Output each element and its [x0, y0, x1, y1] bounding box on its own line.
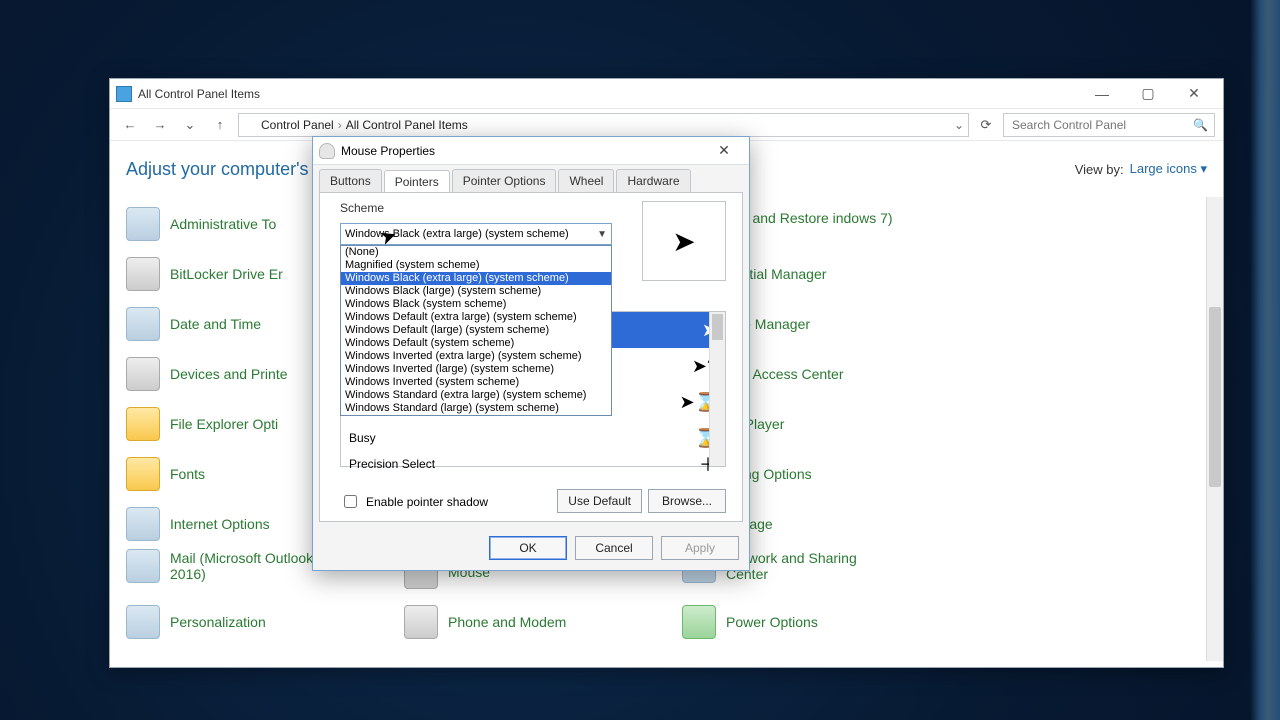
list-item[interactable]: Precision Select＋ [341, 456, 725, 472]
scheme-option[interactable]: Windows Inverted (extra large) (system s… [341, 350, 611, 363]
ok-button[interactable]: OK [489, 536, 567, 560]
mouse-properties-dialog: Mouse Properties ✕ Buttons Pointers Poin… [312, 136, 750, 571]
view-by-label: View by: [1075, 162, 1124, 177]
scheme-option[interactable]: Windows Black (system scheme) [341, 298, 611, 311]
scrollbar-thumb[interactable] [1209, 307, 1221, 487]
tab-strip: Buttons Pointers Pointer Options Wheel H… [313, 165, 749, 192]
devices-icon [126, 357, 160, 391]
personalization-icon [126, 605, 160, 639]
scheme-label: Scheme [340, 201, 384, 215]
nav-forward-button[interactable]: → [148, 113, 172, 137]
tab-body-pointers: Scheme Windows Black (extra large) (syst… [319, 192, 743, 522]
nav-recent-button[interactable]: ⌄ [178, 113, 202, 137]
scheme-dropdown-list[interactable]: (None) Magnified (system scheme) Windows… [340, 245, 612, 416]
nav-up-button[interactable]: ↑ [208, 113, 232, 137]
scheme-option[interactable]: Windows Standard (large) (system scheme) [341, 402, 611, 415]
tab-pointers[interactable]: Pointers [384, 170, 450, 193]
scheme-option[interactable]: Windows Default (large) (system scheme) [341, 324, 611, 337]
window-titlebar[interactable]: All Control Panel Items — ▢ ✕ [110, 79, 1223, 109]
maximize-button[interactable]: ▢ [1125, 80, 1171, 108]
chevron-down-icon: ▼ [597, 229, 607, 240]
cp-item[interactable]: Devices and Printe [126, 357, 288, 391]
list-scrollbar[interactable] [709, 312, 725, 466]
breadcrumb[interactable]: Control Panel › All Control Panel Items … [238, 113, 969, 137]
breadcrumb-icon [243, 118, 257, 132]
pointer-preview: ➤ [642, 201, 726, 281]
mouse-icon [319, 143, 335, 159]
cp-item[interactable]: Administrative To [126, 207, 276, 241]
cancel-button[interactable]: Cancel [575, 536, 653, 560]
page-heading: Adjust your computer's s [126, 159, 323, 180]
desktop-accent [1250, 0, 1280, 720]
dialog-titlebar[interactable]: Mouse Properties ✕ [313, 137, 749, 165]
admin-tools-icon [126, 207, 160, 241]
window-title: All Control Panel Items [138, 87, 260, 101]
cp-item[interactable]: BitLocker Drive Er [126, 257, 283, 291]
scheme-option[interactable]: Windows Default (extra large) (system sc… [341, 311, 611, 324]
pointer-shadow-row: Enable pointer shadow [340, 492, 488, 511]
date-time-icon [126, 307, 160, 341]
cp-item[interactable]: Power Options [682, 605, 818, 639]
use-default-button[interactable]: Use Default [557, 489, 642, 513]
tab-wheel[interactable]: Wheel [558, 169, 614, 192]
cp-item[interactable]: Mail (Microsoft Outlook 2016) [126, 549, 340, 583]
tab-hardware[interactable]: Hardware [616, 169, 690, 192]
minimize-button[interactable]: — [1079, 80, 1125, 108]
view-by-dropdown[interactable]: Large icons ▾ [1130, 161, 1207, 177]
cp-item[interactable]: File Explorer Opti [126, 407, 278, 441]
browse-button[interactable]: Browse... [648, 489, 726, 513]
tab-buttons[interactable]: Buttons [319, 169, 382, 192]
search-icon: 🔍 [1193, 118, 1208, 132]
explorer-scrollbar[interactable] [1206, 197, 1223, 661]
scheme-option[interactable]: Windows Black (extra large) (system sche… [341, 272, 611, 285]
breadcrumb-0[interactable]: Control Panel [261, 118, 334, 132]
folder-options-icon [126, 407, 160, 441]
dialog-button-row: OK Cancel Apply [313, 528, 749, 570]
mail-icon [126, 549, 160, 583]
scheme-selected-value: Windows Black (extra large) (system sche… [345, 228, 569, 240]
list-item[interactable]: Busy⌛ [341, 420, 725, 456]
scheme-option[interactable]: (None) [341, 246, 611, 259]
fonts-icon [126, 457, 160, 491]
pointer-shadow-checkbox[interactable] [344, 495, 357, 508]
chevron-down-icon[interactable]: ⌄ [954, 118, 964, 132]
pointer-shadow-label: Enable pointer shadow [366, 495, 488, 509]
breadcrumb-1[interactable]: All Control Panel Items [346, 118, 468, 132]
scheme-option[interactable]: Windows Black (large) (system scheme) [341, 285, 611, 298]
control-panel-icon [116, 86, 132, 102]
cp-item[interactable]: Date and Time [126, 307, 261, 341]
search-input[interactable] [1010, 117, 1187, 133]
tab-pointer-options[interactable]: Pointer Options [452, 169, 557, 192]
cp-item[interactable]: Internet Options [126, 507, 270, 541]
cp-item[interactable]: Fonts [126, 457, 205, 491]
scheme-option[interactable]: Windows Inverted (system scheme) [341, 376, 611, 389]
cp-item[interactable]: Phone and Modem [404, 605, 566, 639]
cp-item[interactable]: Personalization [126, 605, 266, 639]
chevron-right-icon: › [338, 118, 342, 132]
internet-options-icon [126, 507, 160, 541]
refresh-button[interactable]: ⟳ [975, 114, 997, 136]
scheme-combobox[interactable]: Windows Black (extra large) (system sche… [340, 223, 612, 245]
apply-button[interactable]: Apply [661, 536, 739, 560]
dialog-title: Mouse Properties [341, 144, 435, 158]
scheme-option[interactable]: Windows Standard (extra large) (system s… [341, 389, 611, 402]
dialog-close-button[interactable]: ✕ [705, 139, 743, 163]
arrow-cursor-icon: ➤ [672, 225, 695, 258]
nav-back-button[interactable]: ← [118, 113, 142, 137]
power-options-icon [682, 605, 716, 639]
bitlocker-icon [126, 257, 160, 291]
search-box[interactable]: 🔍 [1003, 113, 1215, 137]
scheme-option[interactable]: Magnified (system scheme) [341, 259, 611, 272]
close-button[interactable]: ✕ [1171, 80, 1217, 108]
phone-modem-icon [404, 605, 438, 639]
scrollbar-thumb[interactable] [712, 314, 723, 340]
scheme-option[interactable]: Windows Inverted (large) (system scheme) [341, 363, 611, 376]
scheme-option[interactable]: Windows Default (system scheme) [341, 337, 611, 350]
